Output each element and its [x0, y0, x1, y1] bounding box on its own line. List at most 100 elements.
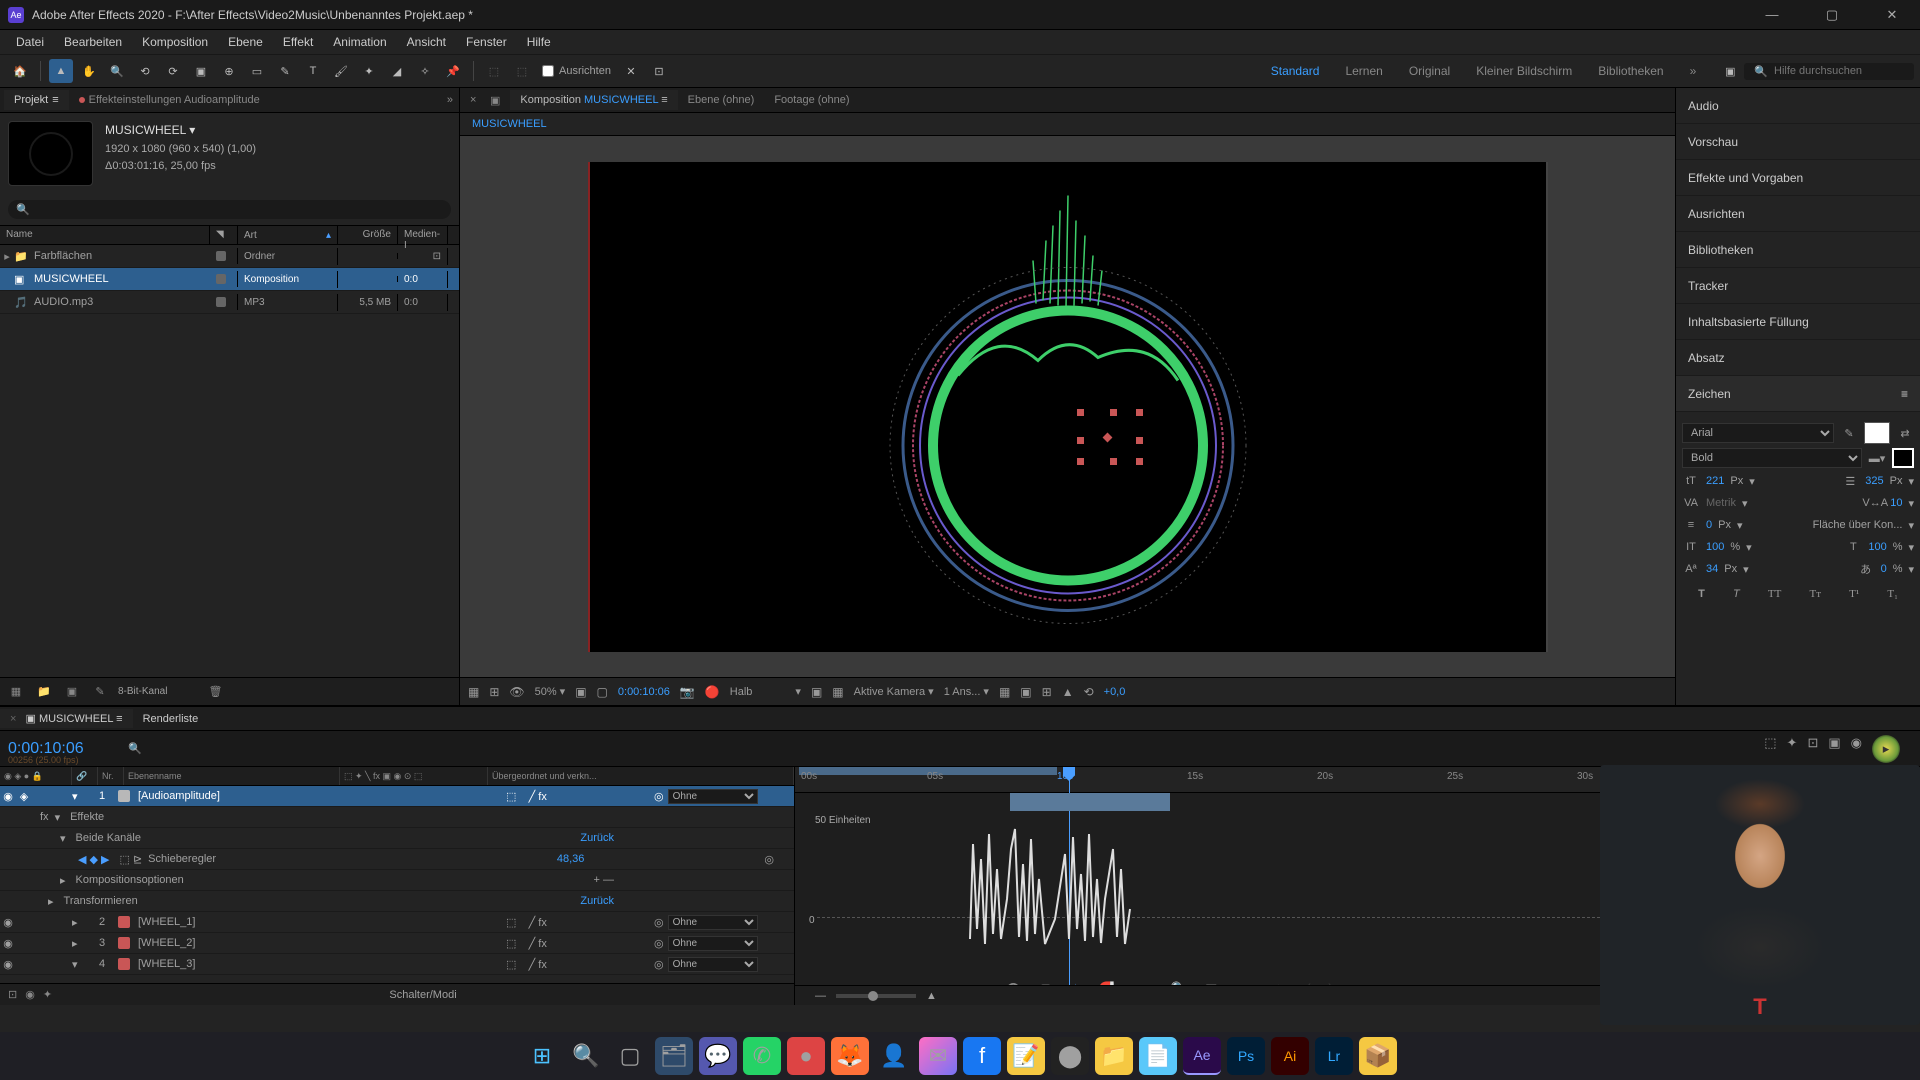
- col-size[interactable]: Größe: [338, 226, 398, 244]
- project-settings-btn[interactable]: ✎: [90, 682, 110, 702]
- project-search-input[interactable]: 🔍: [8, 200, 451, 219]
- swap-colors-icon[interactable]: ⇄: [1896, 424, 1914, 442]
- snap-settings[interactable]: ⊡: [647, 59, 671, 83]
- stroke-color[interactable]: [1892, 448, 1914, 468]
- taskbar-notepad[interactable]: 📄: [1139, 1037, 1177, 1075]
- new-folder-btn[interactable]: 📁: [34, 682, 54, 702]
- orbit-tool[interactable]: ⟲: [133, 59, 157, 83]
- prop-comp-options[interactable]: ▸Kompositionsoptionen + —: [0, 870, 794, 891]
- tool-option-1[interactable]: ⬚: [482, 59, 506, 83]
- layer-bar[interactable]: [1010, 793, 1170, 811]
- taskbar-files[interactable]: 📁: [1095, 1037, 1133, 1075]
- menu-fenster[interactable]: Fenster: [456, 35, 517, 49]
- zoom-in-btn[interactable]: ▲: [926, 990, 937, 1002]
- zoom-out-btn[interactable]: —: [815, 990, 826, 1002]
- interpret-footage-btn[interactable]: ▦: [6, 682, 26, 702]
- project-item-comp[interactable]: ▣ MUSICWHEEL Komposition 0:0: [0, 268, 459, 291]
- pen-tool[interactable]: ✎: [273, 59, 297, 83]
- resolution-dropdown[interactable]: Halb▾: [730, 685, 801, 698]
- roi-btn[interactable]: ▣: [811, 685, 822, 699]
- toggle-modes[interactable]: ◉: [25, 988, 35, 1001]
- panel-effekte[interactable]: Effekte und Vorgaben: [1676, 160, 1920, 196]
- puppet-tool[interactable]: 📌: [441, 59, 465, 83]
- comp-dropdown-icon[interactable]: ▾: [189, 123, 195, 137]
- menu-ansicht[interactable]: Ansicht: [397, 35, 456, 49]
- fill-color[interactable]: [1864, 422, 1890, 444]
- vscale-value[interactable]: 100: [1706, 541, 1724, 553]
- stroke-width-value[interactable]: 0: [1706, 519, 1712, 531]
- stroke-dropdown[interactable]: ▬▾: [1868, 449, 1886, 467]
- taskbar-ae[interactable]: Ae: [1183, 1037, 1221, 1075]
- motion-blur-btn[interactable]: ◉: [1851, 735, 1862, 763]
- col-media[interactable]: Medien-I: [398, 226, 448, 244]
- layer-row-4[interactable]: ◉ ▾ 4 [WHEEL_3] ⬚ ╱ fx ◎Ohne: [0, 954, 794, 975]
- toggle-switches[interactable]: ⊡: [8, 988, 17, 1001]
- comp-tab-main[interactable]: Komposition MUSICWHEEL ≡: [510, 90, 677, 110]
- font-size-value[interactable]: 221: [1706, 475, 1724, 487]
- bit-depth[interactable]: 8-Bit-Kanal: [118, 686, 167, 697]
- rotate-tool[interactable]: ⟳: [161, 59, 185, 83]
- all-caps[interactable]: TT: [1768, 588, 1781, 600]
- workspace-lernen[interactable]: Lernen: [1345, 64, 1382, 78]
- rect-tool[interactable]: ▭: [245, 59, 269, 83]
- workspace-kleiner[interactable]: Kleiner Bildschirm: [1476, 64, 1572, 78]
- prop-slider[interactable]: ◀ ◆ ▶ ⬚ ⊵ Schieberegler 48,36 ◎: [0, 849, 794, 870]
- col-label[interactable]: ◥: [210, 226, 238, 244]
- tracking-value[interactable]: 10: [1890, 497, 1902, 509]
- draft3d-btn[interactable]: ✦: [1787, 735, 1798, 763]
- menu-ebene[interactable]: Ebene: [218, 35, 273, 49]
- layer-row-2[interactable]: ◉ ▸ 2 [WHEEL_1] ⬚ ╱ fx ◎Ohne: [0, 912, 794, 933]
- window-minimize[interactable]: —: [1752, 7, 1792, 23]
- faux-bold[interactable]: T: [1698, 588, 1705, 600]
- tsume-value[interactable]: 0: [1881, 563, 1887, 575]
- taskbar-facebook[interactable]: f: [963, 1037, 1001, 1075]
- grid-btn[interactable]: ⊞: [489, 685, 499, 699]
- layer-row-3[interactable]: ◉ ▸ 3 [WHEEL_2] ⬚ ╱ fx ◎Ohne: [0, 933, 794, 954]
- faux-italic[interactable]: T: [1733, 588, 1740, 600]
- zoom-slider[interactable]: [836, 994, 916, 998]
- superscript[interactable]: T¹: [1849, 588, 1859, 600]
- taskbar-explorer[interactable]: 🗂: [655, 1037, 693, 1075]
- layer-row-1[interactable]: ◉◈ ▾ 1 [Audioamplitude] ⬚ ╱ fx ◎Ohne: [0, 786, 794, 807]
- panel-ausrichten[interactable]: Ausrichten: [1676, 196, 1920, 232]
- panel-zeichen[interactable]: Zeichen≡: [1676, 376, 1920, 412]
- home-tool[interactable]: 🏠: [8, 59, 32, 83]
- taskbar-firefox[interactable]: 🦊: [831, 1037, 869, 1075]
- pan-behind-tool[interactable]: ⊕: [217, 59, 241, 83]
- prop-effects[interactable]: fx▾ Effekte: [0, 807, 794, 828]
- taskbar-obs[interactable]: ⬤: [1051, 1037, 1089, 1075]
- zoom-tool[interactable]: 🔍: [105, 59, 129, 83]
- brush-tool[interactable]: 🖌: [329, 59, 353, 83]
- timeline-tab-comp[interactable]: × ▣ MUSICWHEEL ≡: [0, 709, 133, 728]
- taskbar-notes[interactable]: 📝: [1007, 1037, 1045, 1075]
- taskbar-ps[interactable]: Ps: [1227, 1037, 1265, 1075]
- comp-breadcrumb[interactable]: MUSICWHEEL: [472, 118, 547, 130]
- timeline-tab-render[interactable]: Renderliste: [133, 710, 209, 728]
- menu-effekt[interactable]: Effekt: [273, 35, 323, 49]
- view-btn2[interactable]: ▣: [1020, 685, 1031, 699]
- workspace-bibliotheken[interactable]: Bibliotheken: [1598, 64, 1663, 78]
- comp-flowchart-btn[interactable]: ⬚: [1764, 735, 1776, 763]
- taskbar-teams[interactable]: 💬: [699, 1037, 737, 1075]
- snap-tool[interactable]: ✕: [619, 59, 643, 83]
- selection-tool[interactable]: ▲: [49, 59, 73, 83]
- comp-tab-icon[interactable]: ▣: [480, 90, 510, 111]
- stamp-tool[interactable]: ✦: [357, 59, 381, 83]
- project-item-audio[interactable]: 🎵 AUDIO.mp3 MP3 5,5 MB 0:0: [0, 291, 459, 314]
- help-search-input[interactable]: [1774, 65, 1904, 77]
- frame-blend-btn[interactable]: ▣: [1828, 735, 1840, 763]
- panel-vorschau[interactable]: Vorschau: [1676, 124, 1920, 160]
- small-caps[interactable]: Tᴛ: [1809, 588, 1821, 600]
- workspace-more[interactable]: »: [1690, 64, 1697, 78]
- eraser-tool[interactable]: ◢: [385, 59, 409, 83]
- res-btn1[interactable]: ▣: [575, 685, 586, 699]
- view-btn3[interactable]: ⊞: [1042, 685, 1052, 699]
- comp-tab-lock[interactable]: ×: [460, 90, 480, 110]
- taskbar-taskview[interactable]: ▢: [611, 1037, 649, 1075]
- channel-btn[interactable]: 🔴: [705, 685, 720, 699]
- menu-hilfe[interactable]: Hilfe: [517, 35, 561, 49]
- comp-tab-footage[interactable]: Footage (ohne): [764, 90, 859, 110]
- panel-fuellung[interactable]: Inhaltsbasierte Füllung: [1676, 304, 1920, 340]
- footer-timecode[interactable]: 0:00:10:06: [618, 686, 670, 698]
- view-btn4[interactable]: ▲: [1062, 685, 1074, 699]
